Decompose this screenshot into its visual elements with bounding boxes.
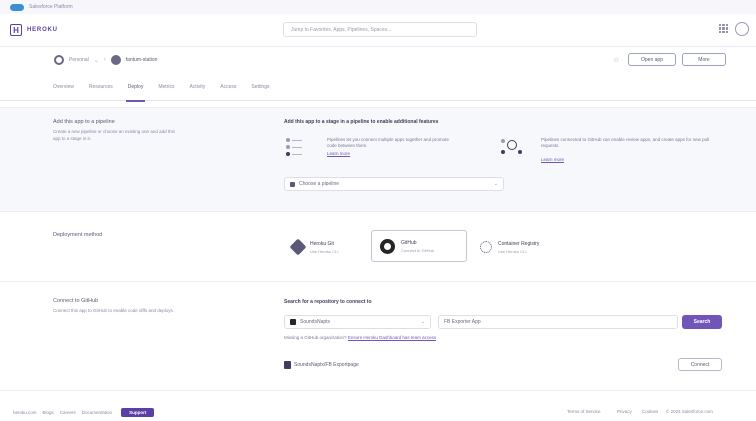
- github-owner-value: SoundsNaptx: [300, 319, 331, 325]
- github-section-desc: Connect this app to GitHub to enable cod…: [53, 308, 174, 313]
- deploy-option-container-registry[interactable]: Container Registry Use Heroku CLI: [472, 232, 572, 262]
- pipeline-stages-icon: [284, 136, 306, 156]
- tab-activity[interactable]: Activity: [189, 73, 205, 101]
- chevron-right-icon: ›: [103, 57, 106, 63]
- user-avatar[interactable]: [735, 22, 749, 36]
- app-tabs: Overview Resources Deploy Metrics Activi…: [0, 73, 756, 102]
- apps-grid-icon[interactable]: [719, 24, 728, 33]
- pipeline-icon: [290, 181, 295, 187]
- footer-link-terms[interactable]: Terms of Service: [567, 409, 601, 414]
- pipeline-learn-more-link[interactable]: Learn more: [327, 151, 350, 156]
- tab-access[interactable]: Access: [220, 73, 236, 101]
- tab-settings[interactable]: Settings: [251, 73, 269, 101]
- deploy-option-title: GitHub: [401, 239, 417, 246]
- github-icon: [380, 238, 395, 254]
- deploy-option-github[interactable]: GitHub Connect to GitHub: [371, 230, 467, 262]
- pipeline-section-desc: Create a new pipeline or choose an exist…: [53, 129, 175, 141]
- missing-org-text: Missing a GitHub organization? Ensure He…: [284, 335, 436, 340]
- personal-account-icon: [54, 55, 64, 65]
- chevron-down-icon: ⌄: [420, 319, 425, 325]
- repo-icon: [284, 361, 291, 369]
- deploy-option-title: Heroku Git: [310, 240, 334, 247]
- footer-link-careers[interactable]: Careers: [60, 410, 76, 415]
- deploy-option-heroku-git[interactable]: Heroku Git Use Heroku CLI: [284, 232, 364, 262]
- review-apps-learn-more-link[interactable]: Learn more: [541, 157, 564, 162]
- support-button[interactable]: Support: [121, 408, 155, 417]
- app-icon: [110, 55, 121, 65]
- footer: heroku.com Blogs Careers Documentation S…: [0, 404, 756, 421]
- tab-resources[interactable]: Resources: [89, 73, 113, 101]
- top-navigation: H HEROKU Jump to Favorites, Apps, Pipeli…: [0, 14, 756, 47]
- github-section-title: Connect to GitHub: [53, 298, 99, 304]
- pipeline-feature-text: Pipelines let you connect multiple apps …: [327, 137, 449, 148]
- breadcrumb-org[interactable]: Personal: [69, 57, 89, 63]
- deploy-option-title: Container Registry: [498, 240, 540, 247]
- deploy-method-title: Deployment method: [53, 232, 103, 238]
- deploy-option-sub: Connect to GitHub: [401, 247, 434, 253]
- team-access-link[interactable]: Ensure Heroku Dashboard has team access: [348, 335, 436, 340]
- app-header: Personal ⌄ › fantum-station ☆ Open app M…: [0, 47, 756, 73]
- tab-metrics[interactable]: Metrics: [158, 73, 174, 101]
- pipeline-select-value: Choose a pipeline: [299, 181, 340, 187]
- pipeline-heading: Add this app to a stage in a pipeline to…: [284, 119, 439, 125]
- salesforce-strip: Salesforce Platform: [0, 0, 756, 14]
- footer-link-cookies[interactable]: Cookies: [642, 409, 658, 414]
- connect-button[interactable]: Connect: [678, 358, 722, 371]
- github-owner-select[interactable]: SoundsNaptx ⌄: [284, 315, 431, 329]
- heroku-git-icon: [289, 238, 307, 256]
- footer-link-privacy[interactable]: Privacy: [617, 409, 632, 414]
- heroku-logo-icon[interactable]: H: [10, 24, 22, 36]
- more-button[interactable]: More: [682, 53, 726, 66]
- chevron-down-icon[interactable]: ⌄: [94, 57, 99, 64]
- search-button[interactable]: Search: [682, 315, 722, 329]
- repo-search-heading: Search for a repository to connect to: [284, 299, 372, 305]
- breadcrumb-app-name[interactable]: fantum-station: [126, 57, 158, 63]
- deploy-option-sub: Use Heroku CLI: [310, 248, 339, 254]
- pipeline-select[interactable]: Choose a pipeline ⌄: [284, 177, 504, 191]
- star-icon[interactable]: ☆: [613, 56, 619, 64]
- salesforce-strip-label: Salesforce Platform: [29, 4, 73, 10]
- salesforce-cloud-icon: [10, 3, 24, 11]
- missing-org-label: Missing a GitHub organization?: [284, 335, 347, 340]
- review-apps-feature-text: Pipelines connected to GitHub can enable…: [541, 137, 710, 148]
- deploy-option-sub: Use Heroku CLI: [498, 248, 527, 254]
- chevron-down-icon: ⌄: [493, 181, 498, 187]
- section-divider: [0, 281, 756, 282]
- review-apps-icon: [500, 136, 522, 156]
- footer-link-blogs[interactable]: Blogs: [43, 410, 54, 415]
- open-app-button[interactable]: Open app: [628, 53, 676, 66]
- footer-link-documentation[interactable]: Documentation: [82, 410, 112, 415]
- repo-result-name: SoundsNaptx/FB Exportpage: [294, 362, 359, 368]
- github-owner-icon: [290, 319, 296, 325]
- global-search-input[interactable]: Jump to Favorites, Apps, Pipelines, Spac…: [283, 22, 477, 37]
- pipeline-section-title: Add this app to a pipeline: [53, 119, 115, 125]
- tab-deploy[interactable]: Deploy: [125, 73, 145, 102]
- footer-divider: [0, 390, 756, 391]
- repo-search-input[interactable]: FB Exporter App: [438, 315, 678, 329]
- container-registry-icon: [480, 241, 492, 253]
- footer-link-heroku[interactable]: heroku.com: [13, 410, 37, 415]
- footer-copyright: © 2024 Salesforce.com: [666, 409, 713, 414]
- brand-name[interactable]: HEROKU: [27, 27, 58, 33]
- tab-overview[interactable]: Overview: [53, 73, 74, 101]
